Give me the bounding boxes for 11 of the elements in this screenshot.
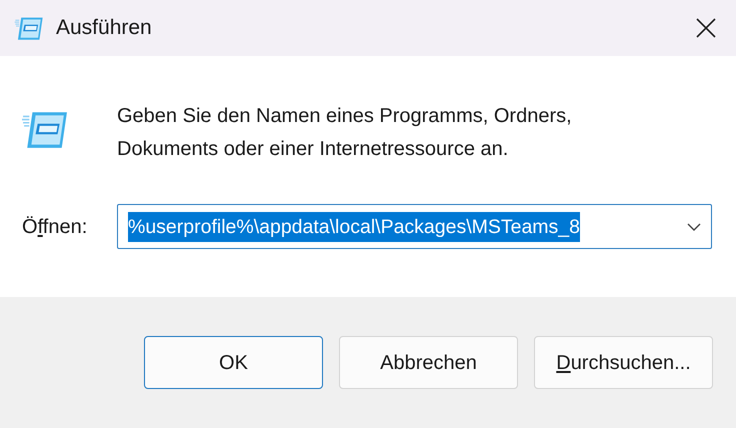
input-text: %userprofile%\appdata\local\Packages\MSTeams_8 [128,212,580,242]
dialog-button[interactable]: Durchsuchen... [534,336,713,389]
open-combo-box[interactable]: %userprofile%\appdata\local\Packages\MSTeams_8 [117,204,712,249]
dialog-button[interactable]: OK [144,336,323,389]
chevron-down-icon[interactable] [687,222,701,230]
run-icon [14,15,44,41]
window-title: Ausführen [56,15,152,42]
dialog-button[interactable]: Abbrechen [339,336,518,389]
open-label: Öffnen: [22,214,88,240]
close-icon [696,18,716,38]
description-text: Geben Sie den Namen eines Programms, Ordners, Dokuments oder einer Internetressource an. [117,104,573,162]
